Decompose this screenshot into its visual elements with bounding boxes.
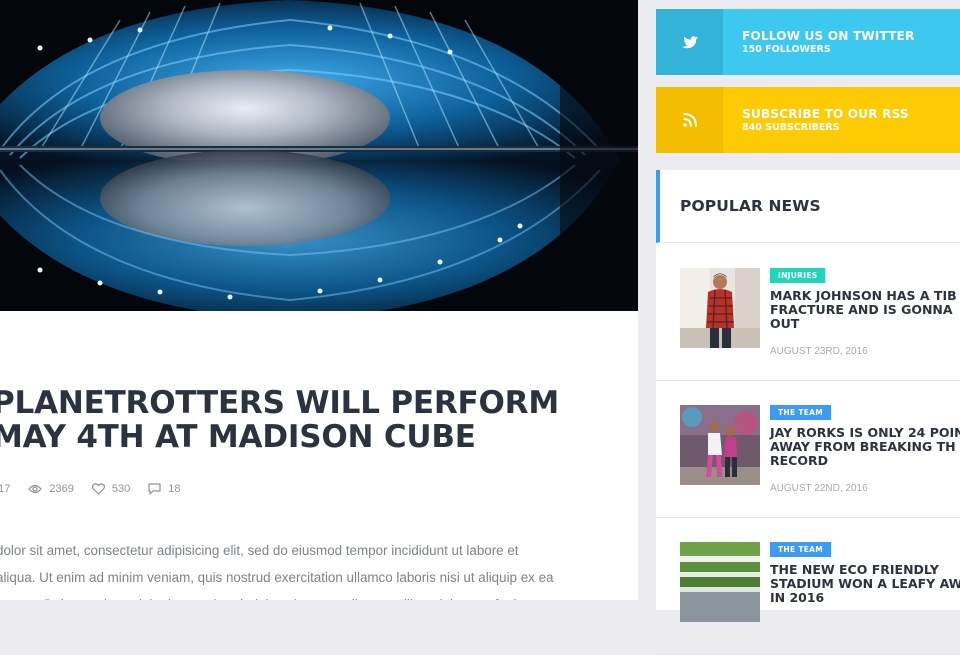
player-photo [680,268,760,348]
meta-likes[interactable]: 530 [91,483,131,495]
category-tag[interactable]: THE TEAM [770,542,832,557]
news-thumbnail[interactable] [680,542,760,622]
twitter-follow-button[interactable]: FOLLOW US ON TWITTER 150 FOLLOWERS [656,9,960,75]
category-tag[interactable]: INJURIES [770,268,826,283]
rss-icon-box [656,87,723,153]
news-title[interactable]: JAY RORKS IS ONLY 24 POIN AWAY FROM BREA… [770,426,960,468]
rss-text: SUBSCRIBE TO OUR RSS 840 SUBSCRIBERS [723,87,909,153]
twitter-text: FOLLOW US ON TWITTER 150 FOLLOWERS [723,9,914,75]
rss-title: SUBSCRIBE TO OUR RSS [742,106,909,121]
news-thumbnail[interactable] [680,405,760,485]
comment-bubble-icon [148,483,161,495]
news-title[interactable]: MARK JOHNSON HAS A TIB FRACTURE AND IS G… [770,289,960,331]
article-hero-image[interactable] [0,0,638,311]
twitter-icon-box [656,9,723,75]
green-stadium-photo [680,542,760,622]
article-body: dolor sit amet, consectetur adipisicing … [0,543,554,600]
meta-comments[interactable]: 18 [148,483,180,495]
likes-count: 530 [111,483,131,495]
news-date: AUGUST 22ND, 2016 [770,483,868,494]
news-date: AUGUST 23RD, 2016 [770,346,868,357]
players-graffiti-photo [680,405,760,485]
eye-icon [28,484,43,494]
category-tag[interactable]: THE TEAM [770,405,832,420]
popular-news-header: POPULAR NEWS [656,170,960,243]
news-item[interactable]: THE TEAM THE NEW ECO FRIENDLY STADIUM WO… [656,518,960,655]
views-count: 2369 [49,483,74,495]
heart-icon [91,483,105,495]
twitter-bird-icon [681,35,698,48]
popular-news-widget: POPULAR NEWS INJURIES MARK JOHNSON HAS A… [656,170,960,655]
building-photo [0,0,638,311]
twitter-title: FOLLOW US ON TWITTER [742,28,915,43]
news-item[interactable]: THE TEAM JAY RORKS IS ONLY 24 POIN AWAY … [656,381,960,518]
popular-news-heading: POPULAR NEWS [680,197,821,215]
news-title[interactable]: THE NEW ECO FRIENDLY STADIUM WON A LEAFY… [770,563,960,605]
comments-count: 18 [168,483,181,495]
article-title: PLANETROTTERS WILL PERFORM MAY 4TH AT MA… [0,385,559,455]
twitter-followers: 150 FOLLOWERS [742,43,831,55]
date-text: 017 [0,483,11,495]
rss-subscribers: 840 SUBSCRIBERS [742,121,840,133]
meta-views: 2369 [28,483,74,495]
article-meta: 017 2369 530 18 [0,481,198,497]
meta-date: 017 [0,483,10,495]
rss-icon [682,113,697,127]
news-item[interactable]: INJURIES MARK JOHNSON HAS A TIB FRACTURE… [656,244,960,381]
rss-subscribe-button[interactable]: SUBSCRIBE TO OUR RSS 840 SUBSCRIBERS [656,87,960,153]
article-panel: PLANETROTTERS WILL PERFORM MAY 4TH AT MA… [0,0,638,600]
news-thumbnail[interactable] [680,268,760,348]
